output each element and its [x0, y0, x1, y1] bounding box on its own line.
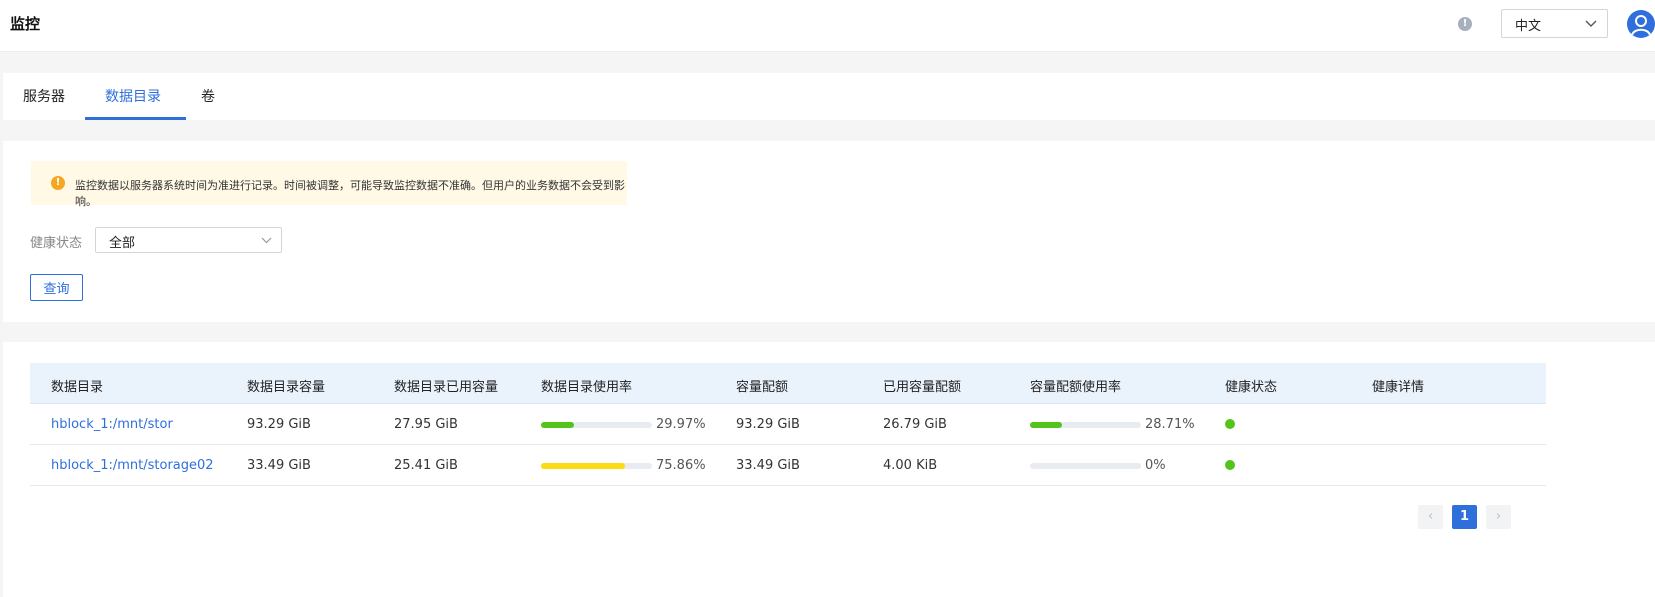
health-status-value: 全部	[109, 236, 136, 251]
quota-cell: 93.29 GiB	[736, 417, 800, 432]
column-header: 健康状态	[1225, 380, 1278, 395]
used-capacity-cell: 25.41 GiB	[394, 458, 458, 473]
usage-progress-fill	[541, 422, 575, 428]
used-capacity-cell: 27.95 GiB	[394, 417, 458, 432]
health-filter-label: 健康状态	[30, 236, 83, 251]
chevron-down-icon	[1585, 20, 1597, 27]
tab-bar: 服务器 数据目录 卷	[3, 73, 1655, 120]
column-header: 数据目录	[51, 380, 104, 395]
page-title: 监控	[10, 15, 41, 33]
usage-rate-text: 29.97%	[656, 417, 706, 432]
top-bar: 监控 ! 中文	[0, 0, 1655, 52]
language-select[interactable]: 中文	[1501, 9, 1608, 38]
page-1-button[interactable]: 1	[1452, 505, 1477, 529]
column-header: 数据目录使用率	[541, 380, 633, 395]
chevron-down-icon	[261, 237, 272, 244]
notice-text: 监控数据以服务器系统时间为准进行记录。时间被调整，可能导致监控数据不准确。但用户…	[75, 179, 625, 208]
filter-panel: ! 监控数据以服务器系统时间为准进行记录。时间被调整，可能导致监控数据不准确。但…	[3, 141, 1655, 322]
column-header: 容量配额使用率	[1030, 380, 1122, 395]
table-row: hblock_1:/mnt/stor 93.29 GiB 27.95 GiB 2…	[30, 404, 1546, 445]
usage-rate-text: 75.86%	[656, 458, 706, 473]
column-header: 容量配额	[736, 380, 789, 395]
quota-rate-text: 28.71%	[1145, 417, 1195, 432]
prev-page-button[interactable]: ‹	[1418, 505, 1443, 529]
quota-used-cell: 26.79 GiB	[883, 417, 947, 432]
quota-rate-text: 0%	[1145, 458, 1166, 473]
quota-used-cell: 4.00 KiB	[883, 458, 938, 473]
info-icon[interactable]: !	[1458, 17, 1472, 31]
tab-servers[interactable]: 服务器	[23, 73, 65, 120]
next-page-button[interactable]: ›	[1486, 505, 1511, 529]
column-header: 已用容量配额	[883, 380, 962, 395]
usage-progress-bar	[541, 463, 652, 469]
quota-cell: 33.49 GiB	[736, 458, 800, 473]
quota-progress-bar	[1030, 463, 1141, 469]
health-status-dot	[1225, 460, 1235, 470]
usage-progress-fill	[541, 463, 626, 469]
health-status-dot	[1225, 419, 1235, 429]
quota-progress-fill	[1030, 422, 1062, 428]
data-directory-link[interactable]: hblock_1:/mnt/storage02	[51, 458, 214, 473]
usage-progress-bar	[541, 422, 652, 428]
tab-volumes[interactable]: 卷	[201, 73, 215, 120]
table-header: 数据目录 数据目录容量 数据目录已用容量 数据目录使用率 容量配额 已用容量配额…	[30, 363, 1546, 404]
column-header: 健康详情	[1372, 380, 1425, 395]
column-header: 数据目录容量	[247, 380, 326, 395]
language-value: 中文	[1515, 19, 1542, 34]
quota-progress-bar	[1030, 422, 1141, 428]
active-tab-indicator	[85, 117, 186, 120]
table-panel: 数据目录 数据目录容量 数据目录已用容量 数据目录使用率 容量配额 已用容量配额…	[3, 342, 1655, 597]
capacity-cell: 33.49 GiB	[247, 458, 311, 473]
user-icon[interactable]	[1627, 10, 1655, 38]
table-row: hblock_1:/mnt/storage02 33.49 GiB 25.41 …	[30, 445, 1546, 486]
time-notice: ! 监控数据以服务器系统时间为准进行记录。时间被调整，可能导致监控数据不准确。但…	[31, 161, 627, 208]
column-header: 数据目录已用容量	[394, 380, 499, 395]
query-button[interactable]: 查询	[30, 274, 83, 301]
warning-icon: !	[51, 176, 65, 190]
data-directory-link[interactable]: hblock_1:/mnt/stor	[51, 417, 173, 432]
capacity-cell: 93.29 GiB	[247, 417, 311, 432]
tab-data-directories[interactable]: 数据目录	[105, 73, 161, 120]
health-status-select[interactable]: 全部	[95, 227, 282, 253]
